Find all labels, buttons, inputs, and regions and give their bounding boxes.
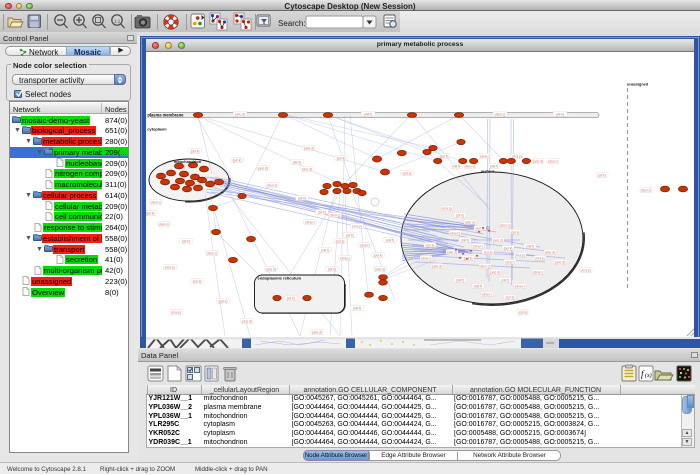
svg-text:(rna p): (rna p) xyxy=(171,310,180,314)
svg-text:(anc d): (anc d) xyxy=(533,159,543,163)
svg-text:(slr b): (slr b) xyxy=(328,267,336,271)
svg-text:(dna r): (dna r) xyxy=(473,244,482,248)
svg-text:(pol k): (pol k) xyxy=(191,149,200,153)
svg-text:(mit f): (mit f) xyxy=(456,278,464,282)
svg-text:(Gen c): (Gen c) xyxy=(207,251,218,255)
svg-text:(anc d): (anc d) xyxy=(447,250,457,254)
svg-text:(dna r): (dna r) xyxy=(533,270,542,274)
svg-text:(rna p): (rna p) xyxy=(581,268,590,272)
svg-text:(Gen c): (Gen c) xyxy=(151,200,162,204)
svg-text:(slr b): (slr b) xyxy=(456,213,464,217)
svg-text:(anc d): (anc d) xyxy=(465,220,475,224)
svg-text:(mit f): (mit f) xyxy=(386,238,394,242)
svg-text:(rna p): (rna p) xyxy=(352,224,361,228)
svg-text:(anc d): (anc d) xyxy=(490,270,500,274)
svg-text:(slr b): (slr b) xyxy=(598,173,606,177)
svg-text:nucleus: nucleus xyxy=(481,170,495,174)
svg-text:(pol k): (pol k) xyxy=(146,211,154,215)
svg-text:(rna p): (rna p) xyxy=(535,256,544,260)
svg-text:(pol k): (pol k) xyxy=(374,253,383,257)
svg-text:unassigned: unassigned xyxy=(627,83,649,87)
svg-text:(Gen c): (Gen c) xyxy=(330,213,341,217)
svg-text:(Gen c): (Gen c) xyxy=(500,223,511,227)
svg-text:(slr b): (slr b) xyxy=(298,196,306,200)
svg-text:(dna r): (dna r) xyxy=(450,231,459,235)
svg-text:(slr b): (slr b) xyxy=(318,210,326,214)
svg-text:1:1: 1:1 xyxy=(114,19,121,24)
svg-text:(rna p): (rna p) xyxy=(442,206,451,210)
svg-text:(anc d): (anc d) xyxy=(242,319,252,323)
svg-text:cytoplasm: cytoplasm xyxy=(147,126,167,131)
svg-text:(dna r): (dna r) xyxy=(360,243,369,247)
svg-text:(cyt a): (cyt a) xyxy=(484,250,493,254)
svg-text:(anc d): (anc d) xyxy=(302,167,312,171)
svg-text:(dna r): (dna r) xyxy=(505,260,514,264)
svg-text:(cyt a): (cyt a) xyxy=(519,310,528,314)
svg-text:(rna p): (rna p) xyxy=(165,265,174,269)
svg-text:(cyt a): (cyt a) xyxy=(403,171,412,175)
svg-text:(rna p): (rna p) xyxy=(512,154,521,158)
svg-text:(anc d): (anc d) xyxy=(304,146,314,150)
svg-text:(slr b): (slr b) xyxy=(346,233,354,237)
svg-text:(anc d): (anc d) xyxy=(258,166,268,170)
svg-text:(pol k): (pol k) xyxy=(504,246,513,250)
svg-text:(slr b): (slr b) xyxy=(287,296,295,300)
svg-text:mitochondrion: mitochondrion xyxy=(174,159,202,164)
svg-text:(mit f): (mit f) xyxy=(364,112,372,116)
svg-text:(rna p): (rna p) xyxy=(515,253,524,257)
svg-text:(anc d): (anc d) xyxy=(312,330,322,334)
svg-text:(mit f): (mit f) xyxy=(526,244,534,248)
svg-text:(anc d): (anc d) xyxy=(432,264,442,268)
svg-text:(Gen c): (Gen c) xyxy=(641,188,652,192)
svg-text:endoplasmic reticulum: endoplasmic reticulum xyxy=(258,276,302,281)
svg-text:(dna r): (dna r) xyxy=(515,284,524,288)
svg-text:plasma membrane: plasma membrane xyxy=(147,112,184,117)
svg-text:(cyt a): (cyt a) xyxy=(336,239,345,243)
svg-text:(mit f): (mit f) xyxy=(474,284,482,288)
svg-text:(dna r): (dna r) xyxy=(480,154,489,158)
svg-text:(Gen c): (Gen c) xyxy=(480,264,491,268)
svg-text:(anc d): (anc d) xyxy=(555,260,565,264)
svg-text:(cyt a): (cyt a) xyxy=(511,230,520,234)
svg-text:(anc d): (anc d) xyxy=(266,267,276,271)
svg-text:(pol k): (pol k) xyxy=(219,299,228,303)
svg-text:(cyt a): (cyt a) xyxy=(193,279,202,283)
svg-text:(Gen c): (Gen c) xyxy=(465,164,476,168)
svg-text:(mit f): (mit f) xyxy=(461,238,469,242)
svg-text:(Gen c): (Gen c) xyxy=(267,183,278,187)
svg-text:(anc d): (anc d) xyxy=(235,112,245,116)
svg-text:(slr b): (slr b) xyxy=(293,160,301,164)
svg-text:(mit f): (mit f) xyxy=(452,164,460,168)
svg-text:(anc d): (anc d) xyxy=(545,250,555,254)
svg-text:(anc d): (anc d) xyxy=(493,238,503,242)
svg-text:(x): (x) xyxy=(645,372,652,379)
svg-text:(pol k): (pol k) xyxy=(440,154,449,158)
svg-text:(slr b): (slr b) xyxy=(556,112,564,116)
svg-text:(anc d): (anc d) xyxy=(375,267,385,271)
svg-text:(dna r): (dna r) xyxy=(482,292,491,296)
svg-text:(dna r): (dna r) xyxy=(421,256,430,260)
svg-text:(cyt a): (cyt a) xyxy=(506,295,515,299)
svg-text:(cyt a): (cyt a) xyxy=(426,243,435,247)
svg-text:(slr b): (slr b) xyxy=(182,239,190,243)
svg-text:(dna r): (dna r) xyxy=(548,159,557,163)
svg-text:Search:: Search: xyxy=(278,19,306,28)
svg-text:(mit f): (mit f) xyxy=(501,278,509,282)
svg-text:(mit f): (mit f) xyxy=(353,306,361,310)
svg-text:(Gen c): (Gen c) xyxy=(159,222,170,226)
svg-text:(Gen c): (Gen c) xyxy=(495,112,506,116)
svg-text:(mit f): (mit f) xyxy=(490,164,498,168)
svg-text:(mit f): (mit f) xyxy=(321,248,329,252)
svg-text:(dna r): (dna r) xyxy=(305,220,314,224)
svg-text:(pol k): (pol k) xyxy=(337,156,346,160)
svg-text:(dna r): (dna r) xyxy=(340,256,349,260)
svg-text:(pol k): (pol k) xyxy=(233,158,242,162)
